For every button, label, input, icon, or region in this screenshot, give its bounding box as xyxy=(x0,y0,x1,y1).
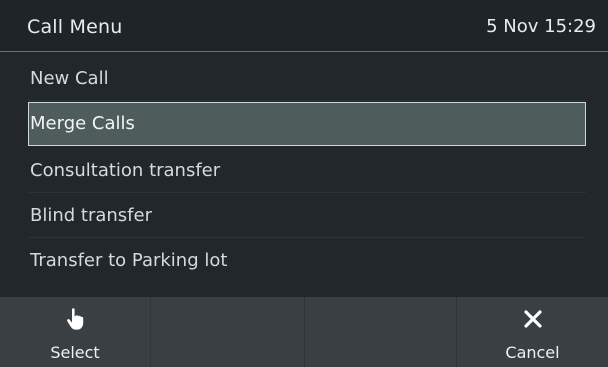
softkey-label: Cancel xyxy=(505,343,560,362)
menu-item-merge-calls[interactable]: Merge Calls xyxy=(28,102,586,146)
close-icon xyxy=(457,307,608,331)
menu-item-label: Transfer to Parking lot xyxy=(30,250,228,271)
page-title: Call Menu xyxy=(27,16,123,38)
empty-softkey-3[interactable] xyxy=(305,297,457,367)
softkey-label: Select xyxy=(50,343,100,362)
menu-item-label: Merge Calls xyxy=(30,113,135,134)
call-menu-list: New Call Merge Calls Consultation transf… xyxy=(0,53,608,297)
cancel-softkey[interactable]: Cancel xyxy=(457,297,608,367)
menu-item-label: New Call xyxy=(30,68,109,89)
date-time: 5 Nov 15:29 xyxy=(486,16,596,37)
hand-pointer-icon xyxy=(0,307,150,331)
menu-item-label: Consultation transfer xyxy=(30,160,221,181)
menu-item-consultation-transfer[interactable]: Consultation transfer xyxy=(28,149,586,193)
softkey-bar: Select Cancel xyxy=(0,297,608,367)
menu-item-blind-transfer[interactable]: Blind transfer xyxy=(28,194,586,238)
select-softkey[interactable]: Select xyxy=(0,297,151,367)
title-bar: Call Menu 5 Nov 15:29 xyxy=(0,0,608,52)
empty-softkey-2[interactable] xyxy=(151,297,305,367)
menu-item-label: Blind transfer xyxy=(30,205,152,226)
menu-item-transfer-to-parking-lot[interactable]: Transfer to Parking lot xyxy=(28,239,586,283)
menu-item-new-call[interactable]: New Call xyxy=(28,57,586,101)
